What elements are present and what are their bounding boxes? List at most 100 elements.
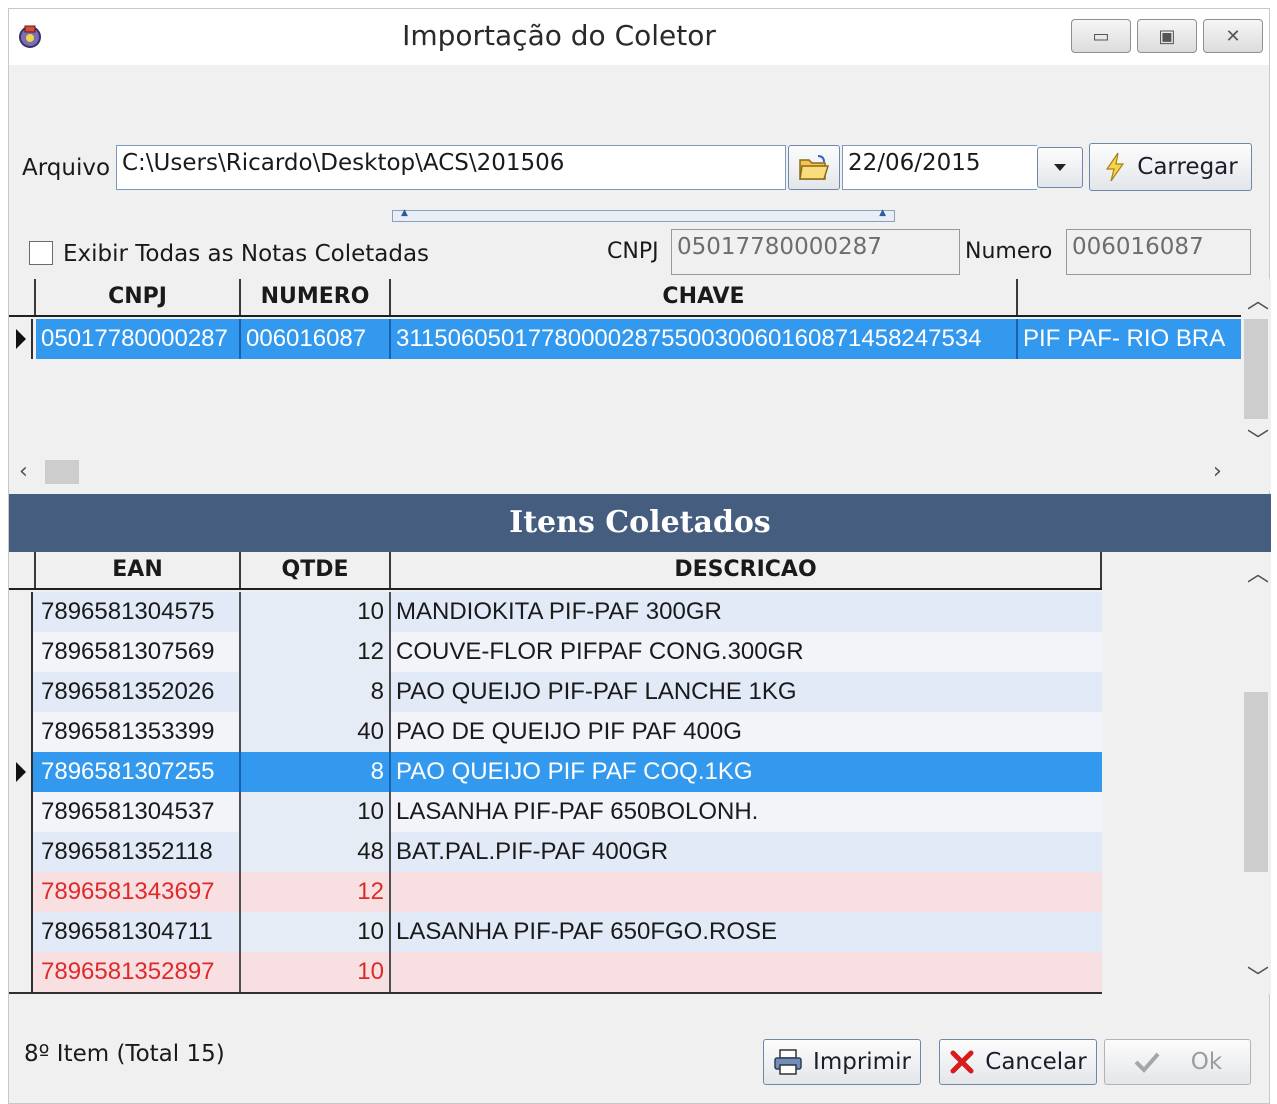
grid-bottom-border (9, 992, 1102, 994)
qtde-cell: 10 (241, 952, 391, 992)
cnpj-field[interactable]: 05017780000287 (671, 229, 960, 275)
qtde-cell: 12 (241, 632, 391, 672)
splitter-up-arrow-icon: ▲ (401, 208, 408, 218)
column-header-extra[interactable] (1018, 279, 1241, 315)
qtde-cell: 8 (241, 752, 391, 792)
current-row-arrow-icon (16, 329, 26, 349)
header-indicator (9, 552, 36, 588)
column-header-descricao[interactable]: DESCRICAO (391, 552, 1102, 588)
descricao-cell: MANDIOKITA PIF-PAF 300GR (396, 598, 722, 625)
column-header-cnpj[interactable]: CNPJ (36, 279, 241, 315)
numero-cell: 006016087 (241, 319, 391, 359)
arquivo-input[interactable]: C:\Users\Ricardo\Desktop\ACS\201506 (116, 145, 786, 190)
column-header-chave[interactable]: CHAVE (391, 279, 1018, 315)
notes-vertical-scrollbar[interactable]: ︿ ﹀ (1241, 279, 1271, 457)
table-row[interactable]: 7896581304711 10 LASANHA PIF-PAF 650FGO.RO… (9, 912, 1102, 952)
exibir-todas-label: Exibir Todas as Notas Coletadas (63, 241, 430, 267)
ean-cell: 7896581304537 (36, 792, 241, 832)
table-row[interactable]: 7896581304537 10 LASANHA PIF-PAF 650BOLONH… (9, 792, 1102, 832)
notes-grid: CNPJ NUMERO CHAVE 05017780000287 0060160… (9, 279, 1271, 491)
window-title: Importação do Coletor (402, 19, 716, 52)
date-dropdown-button[interactable] (1037, 147, 1083, 188)
maximize-icon: ▣ (1158, 25, 1176, 47)
carregar-button[interactable]: Carregar (1089, 143, 1252, 191)
ean-cell: 7896581304575 (36, 592, 241, 632)
cnpj-cell: 05017780000287 (36, 319, 241, 359)
extra-cell: PIF PAF- RIO BRA (1023, 325, 1226, 352)
table-row[interactable]: 7896581307569 12 COUVE-FLOR PIFPAF CONG.30… (9, 632, 1102, 672)
column-header-ean[interactable]: EAN (36, 552, 241, 588)
close-icon: ✕ (1225, 25, 1241, 47)
browse-button[interactable] (788, 145, 840, 190)
splitter-handle[interactable]: ▲ ▲ (392, 208, 895, 222)
scroll-thumb[interactable] (1244, 319, 1268, 419)
qtde-cell: 8 (241, 672, 391, 712)
descricao-cell (391, 872, 1102, 912)
date-field[interactable]: 22/06/2015 (842, 145, 1037, 190)
descricao-cell: COUVE-FLOR PIFPAF CONG.300GR (396, 638, 804, 665)
column-header-qtde[interactable]: QTDE (241, 552, 391, 588)
header-indicator (9, 279, 36, 315)
cancelar-button[interactable]: Cancelar (939, 1039, 1097, 1085)
table-row[interactable]: 05017780000287 006016087 311506050177800… (9, 319, 1241, 359)
row-indicator (9, 792, 33, 832)
import-window: Importação do Coletor ▭ ▣ ✕ Arquivo C:\U… (8, 8, 1271, 1104)
qtde-cell: 48 (241, 832, 391, 872)
descricao-cell: LASANHA PIF-PAF 650FGO.ROSE (396, 918, 777, 945)
minimize-button[interactable]: ▭ (1071, 19, 1131, 53)
notes-horizontal-scrollbar[interactable]: ‹ › (9, 457, 1241, 487)
ean-cell: 7896581307255 (36, 752, 241, 792)
descricao-cell: LASANHA PIF-PAF 650BOLONH. (396, 798, 759, 825)
scroll-up-icon[interactable]: ︿ (1247, 283, 1269, 315)
chevron-down-icon (1054, 163, 1066, 171)
descricao-cell: PAO DE QUEIJO PIF PAF 400G (396, 718, 742, 745)
items-vertical-scrollbar[interactable]: ︿ ﹀ (1241, 552, 1271, 994)
ean-cell: 7896581352026 (36, 672, 241, 712)
imprimir-button[interactable]: Imprimir (763, 1039, 921, 1085)
lightning-icon (1106, 152, 1125, 182)
status-text: 8º Item (Total 15) (24, 1041, 225, 1067)
table-row[interactable]: 7896581304575 10 MANDIOKITA PIF-PAF 300GR (9, 592, 1102, 632)
check-icon (1134, 1052, 1160, 1073)
itens-coletados-title: Itens Coletados (9, 494, 1271, 552)
table-row[interactable]: 7896581353399 40 PAO DE QUEIJO PIF PAF 400… (9, 712, 1102, 752)
row-indicator (9, 632, 33, 672)
folder-open-icon (799, 154, 830, 180)
notes-grid-header: CNPJ NUMERO CHAVE (9, 279, 1241, 317)
close-button[interactable]: ✕ (1203, 19, 1263, 53)
numero-label: Numero (965, 239, 1053, 264)
exibir-todas-checkbox[interactable] (29, 241, 53, 265)
scroll-left-icon[interactable]: ‹ (19, 459, 28, 484)
scroll-down-icon[interactable]: ﹀ (1247, 423, 1269, 455)
ean-cell: 7896581304711 (36, 912, 241, 952)
scroll-thumb[interactable] (45, 460, 79, 484)
ok-button[interactable]: Ok (1104, 1039, 1251, 1085)
scroll-right-icon[interactable]: › (1213, 459, 1222, 484)
scroll-thumb[interactable] (1244, 692, 1268, 872)
row-indicator (9, 832, 33, 872)
table-row[interactable]: 7896581352026 8 PAO QUEIJO PIF-PAF LANCHE … (9, 672, 1102, 712)
splitter-up-arrow-icon: ▲ (879, 208, 886, 218)
table-row[interactable]: 7896581352897 10 (9, 952, 1102, 992)
scroll-up-icon[interactable]: ︿ (1247, 556, 1269, 588)
descricao-cell: PAO QUEIJO PIF PAF COQ.1KG (396, 758, 753, 785)
scroll-down-icon[interactable]: ﹀ (1247, 960, 1269, 992)
qtde-cell: 10 (241, 912, 391, 952)
items-grid-header: EAN QTDE DESCRICAO (9, 552, 1102, 590)
ean-cell: 7896581343697 (36, 872, 241, 912)
table-row[interactable]: 7896581343697 12 (9, 872, 1102, 912)
row-indicator (9, 952, 33, 992)
qtde-cell: 40 (241, 712, 391, 752)
ok-label: Ok (1190, 1049, 1223, 1075)
minimize-icon: ▭ (1092, 25, 1110, 47)
table-row[interactable]: 7896581307255 8 PAO QUEIJO PIF PAF COQ.1KG (9, 752, 1102, 792)
numero-field[interactable]: 006016087 (1066, 229, 1251, 275)
table-row[interactable]: 7896581352118 48 BAT.PAL.PIF-PAF 400GR (9, 832, 1102, 872)
maximize-button[interactable]: ▣ (1137, 19, 1197, 53)
ean-cell: 7896581352897 (36, 952, 241, 992)
row-indicator (9, 912, 33, 952)
row-indicator (9, 752, 33, 792)
row-indicator (9, 672, 33, 712)
descricao-cell (391, 952, 1102, 992)
column-header-numero[interactable]: NUMERO (241, 279, 391, 315)
